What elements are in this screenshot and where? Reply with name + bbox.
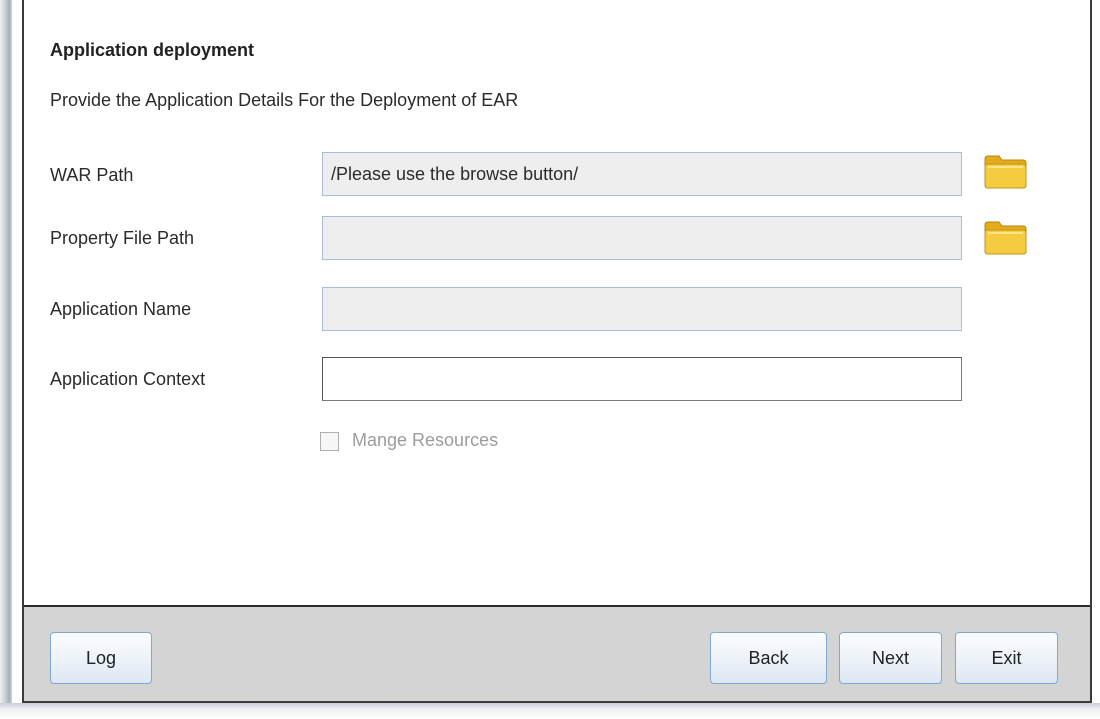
manage-resources-label: Mange Resources xyxy=(352,430,499,450)
folder-icon[interactable] xyxy=(982,219,1028,255)
exit-button[interactable]: Exit xyxy=(955,632,1058,684)
window-bottom-shadow xyxy=(0,703,1100,719)
page-title: Application deployment xyxy=(50,40,255,60)
application-name-field xyxy=(322,287,962,331)
application-name-label: Application Name xyxy=(50,299,192,319)
war-path-label: WAR Path xyxy=(50,165,134,185)
back-button[interactable]: Back xyxy=(710,632,827,684)
war-path-field: /Please use the browse button/ xyxy=(322,152,962,196)
application-context-label: Application Context xyxy=(50,369,206,389)
button-bar: Log Back Next Exit xyxy=(24,607,1090,701)
folder-icon[interactable] xyxy=(982,153,1028,189)
window-left-edge xyxy=(0,0,12,719)
next-button[interactable]: Next xyxy=(839,632,942,684)
property-file-path-label: Property File Path xyxy=(50,228,195,248)
wizard-content-panel: Application deployment Provide the Appli… xyxy=(24,0,1090,605)
property-file-path-field xyxy=(322,216,962,260)
page-subtitle: Provide the Application Details For the … xyxy=(50,90,519,110)
log-button[interactable]: Log xyxy=(50,632,152,684)
manage-resources-checkbox[interactable] xyxy=(320,432,339,451)
application-context-input[interactable] xyxy=(322,357,962,401)
wizard-window: Application deployment Provide the Appli… xyxy=(22,0,1092,703)
